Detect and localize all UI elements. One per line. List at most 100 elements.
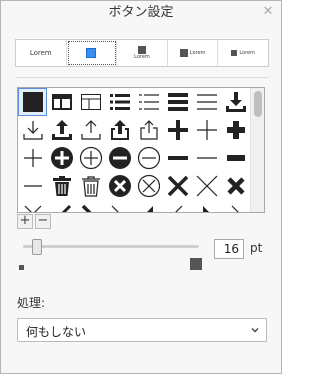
plus-heavy-icon: [226, 121, 245, 139]
icon-grid-cell[interactable]: [192, 200, 221, 212]
icon-grid-cell[interactable]: [163, 116, 192, 144]
icon-grid-cell[interactable]: [47, 200, 76, 212]
square-filled-icon: [22, 92, 43, 112]
list-bullets-icon: [109, 94, 130, 110]
plus-bold-icon: [167, 120, 188, 140]
icon-grid-cell[interactable]: [134, 88, 163, 116]
icon-grid-cell[interactable]: [47, 116, 76, 144]
download-outline-icon: [22, 121, 43, 140]
style-icon-only[interactable]: [67, 40, 118, 66]
minus-thin-icon: [196, 157, 217, 159]
style-text-only[interactable]: Lorem: [16, 40, 67, 66]
arrow-left-outline-partial-icon: [174, 205, 182, 212]
x-partial-icon: [24, 205, 41, 212]
x-heavy-icon: [226, 177, 245, 195]
icon-grid-cell[interactable]: [47, 144, 76, 172]
icon-grid-scrollbar[interactable]: [250, 88, 264, 212]
chevron-down-icon: [251, 328, 259, 333]
upload-tray-icon: [51, 120, 72, 140]
icon-grid-cell[interactable]: [221, 172, 250, 200]
icon-grid: [17, 87, 265, 213]
icon-grid-cell[interactable]: [192, 88, 221, 116]
style-icon-left-text-small[interactable]: Lorem: [218, 40, 268, 66]
size-input[interactable]: 16: [214, 239, 244, 259]
close-icon[interactable]: ✕: [261, 5, 275, 19]
icon-grid-cell[interactable]: [76, 88, 105, 116]
upload-outline-icon: [80, 120, 101, 140]
icon-grid-cell[interactable]: [76, 172, 105, 200]
arrow-right-outline-partial-icon: [231, 205, 239, 212]
icon-grid-cell[interactable]: [105, 88, 134, 116]
x-circle-outline-icon: [137, 174, 160, 198]
lines-icon: [196, 94, 217, 110]
style-icon-above-text[interactable]: Lorem: [117, 40, 168, 66]
icon-grid-cell[interactable]: [105, 172, 134, 200]
icon-grid-cell[interactable]: [163, 88, 192, 116]
table-outline-icon: [80, 94, 101, 110]
icon-grid-cell[interactable]: [18, 88, 47, 116]
x-thin-icon: [196, 175, 217, 197]
table-icon: [51, 94, 72, 110]
minus-circle-filled-icon: [108, 147, 131, 169]
icon-grid-cell[interactable]: [134, 200, 163, 212]
icon-grid-cell[interactable]: [192, 172, 221, 200]
button-settings-dialog: ボタン設定 ✕ Lorem Lorem Lorem Lorem + − 16 p…: [0, 0, 282, 374]
x-bold-icon: [167, 175, 188, 197]
style-label: Lorem: [29, 49, 52, 57]
slash-partial-icon: [61, 204, 71, 212]
arrow-right-partial-icon: [202, 206, 209, 212]
arrow-left-partial-icon: [146, 206, 153, 212]
style-icon-preview: [179, 49, 188, 57]
icon-grid-cell[interactable]: [47, 172, 76, 200]
remove-icon-button[interactable]: −: [35, 214, 51, 229]
icon-grid-cell[interactable]: [163, 200, 192, 212]
share-outline-icon: [139, 120, 158, 140]
style-icon-preview: [231, 50, 238, 56]
action-selected-value: 何もしない: [26, 325, 87, 339]
icon-grid-cell[interactable]: [192, 116, 221, 144]
icon-grid-cell[interactable]: [134, 116, 163, 144]
icon-grid-cell[interactable]: [134, 172, 163, 200]
icon-grid-cell[interactable]: [105, 144, 134, 172]
icon-grid-cell[interactable]: [221, 144, 250, 172]
icon-grid-cell[interactable]: [192, 144, 221, 172]
icon-grid-cell[interactable]: [221, 200, 250, 212]
size-slider-track[interactable]: [23, 245, 199, 248]
icon-grid-cell[interactable]: [76, 116, 105, 144]
slash-bold-icon: [81, 204, 91, 212]
icon-grid-cell[interactable]: [105, 116, 134, 144]
share-tray-icon: [110, 120, 129, 140]
small-size-icon: [19, 265, 24, 270]
add-icon-button[interactable]: +: [17, 214, 33, 229]
scrollbar-thumb[interactable]: [254, 91, 262, 117]
list-outline-icon: [138, 94, 159, 110]
size-unit-label: pt: [250, 241, 263, 255]
plus-circle-filled-icon: [50, 147, 73, 169]
size-slider-thumb[interactable]: [32, 239, 43, 255]
icon-grid-cell[interactable]: [18, 200, 47, 212]
minus-bold-icon: [167, 156, 188, 160]
style-icon-preview: [86, 48, 97, 58]
icon-grid-cell[interactable]: [18, 144, 47, 172]
bold-lines-icon: [167, 93, 188, 111]
style-icon-left-text[interactable]: Lorem: [168, 40, 219, 66]
icon-grid-cell[interactable]: [221, 116, 250, 144]
icon-grid-cell[interactable]: [47, 88, 76, 116]
icon-grid-cell[interactable]: [76, 144, 105, 172]
icon-grid-cell[interactable]: [105, 200, 134, 212]
icon-grid-cell[interactable]: [163, 172, 192, 200]
button-style-selector: Lorem Lorem Lorem Lorem: [15, 39, 269, 67]
download-tray-icon: [225, 92, 246, 112]
minus-circle-outline-icon: [137, 146, 160, 170]
action-dropdown[interactable]: 何もしない: [17, 318, 267, 342]
icon-grid-cell[interactable]: [221, 88, 250, 116]
style-label: Lorem: [134, 54, 150, 60]
icon-grid-cell[interactable]: [18, 172, 47, 200]
icon-grid-cell[interactable]: [134, 144, 163, 172]
trash-filled-icon: [52, 176, 71, 196]
icon-grid-cell[interactable]: [163, 144, 192, 172]
icon-grid-cell[interactable]: [76, 200, 105, 212]
plus-circle-outline-icon: [79, 146, 102, 170]
icon-grid-cell[interactable]: [18, 116, 47, 144]
x-circle-filled-icon: [108, 175, 131, 197]
